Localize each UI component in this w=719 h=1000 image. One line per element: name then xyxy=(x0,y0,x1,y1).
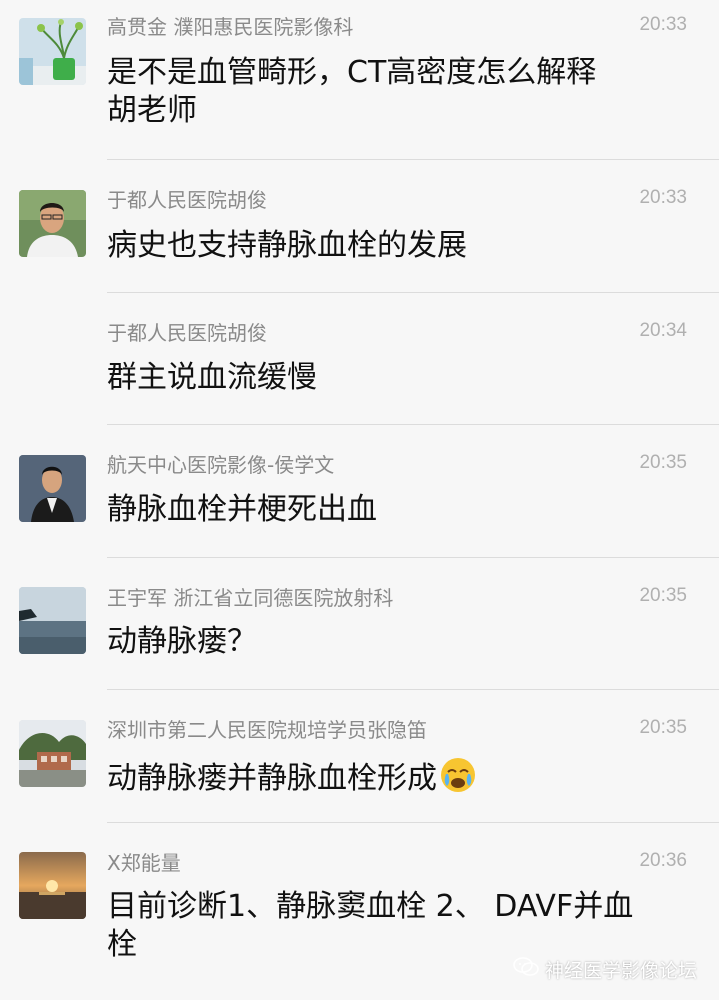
crying-face-emoji xyxy=(439,756,477,804)
sender-name: 高贯金 濮阳惠民医院影像科 xyxy=(107,15,354,39)
message-time: 20:35 xyxy=(639,452,687,473)
sender-name: 王宇军 浙江省立同德医院放射科 xyxy=(107,586,394,610)
divider xyxy=(107,159,719,160)
divider xyxy=(107,424,719,425)
campus-avatar[interactable] xyxy=(19,720,86,787)
man-avatar[interactable] xyxy=(19,190,86,257)
message-time: 20:33 xyxy=(639,187,687,208)
message-time: 20:36 xyxy=(639,850,687,871)
message-text[interactable]: 目前诊断1、静脉窦血栓 2、 DAVF并血 栓 xyxy=(107,888,687,964)
watermark: 神经医学影像论坛 xyxy=(513,956,697,983)
divider xyxy=(107,292,719,293)
message-text[interactable]: 动静脉瘘并静脉血栓形成 xyxy=(107,756,687,804)
divider xyxy=(107,557,719,558)
message-text[interactable]: 是不是血管畸形，CT高密度怎么解释 胡老师 xyxy=(107,54,687,130)
message-time: 20:35 xyxy=(639,585,687,606)
message-text[interactable]: 动静脉瘘？ xyxy=(107,623,687,661)
plant-avatar[interactable] xyxy=(19,18,86,85)
divider xyxy=(107,689,719,690)
sender-name: 于都人民医院胡俊 xyxy=(107,321,267,345)
suit-man-avatar[interactable] xyxy=(19,455,86,522)
sender-name: 航天中心医院影像-侯学文 xyxy=(107,453,335,477)
message-time: 20:35 xyxy=(639,717,687,738)
message-text[interactable]: 静脉血栓并梗死出血 xyxy=(107,491,687,529)
sender-name: 于都人民医院胡俊 xyxy=(107,188,267,212)
divider xyxy=(107,822,719,823)
message-text[interactable]: 群主说血流缓慢 xyxy=(107,359,687,397)
wechat-icon xyxy=(513,957,539,982)
message-text-content: 动静脉瘘并静脉血栓形成 xyxy=(107,761,437,796)
message-text[interactable]: 病史也支持静脉血栓的发展 xyxy=(107,227,687,265)
sunset-avatar[interactable] xyxy=(19,852,86,919)
watermark-text: 神经医学影像论坛 xyxy=(544,960,697,982)
message-time: 20:34 xyxy=(639,320,687,341)
seascape-avatar[interactable] xyxy=(19,587,86,654)
message-time: 20:33 xyxy=(639,14,687,35)
sender-name: X郑能量 xyxy=(107,851,181,875)
sender-name: 深圳市第二人民医院规培学员张隐笛 xyxy=(107,718,427,742)
